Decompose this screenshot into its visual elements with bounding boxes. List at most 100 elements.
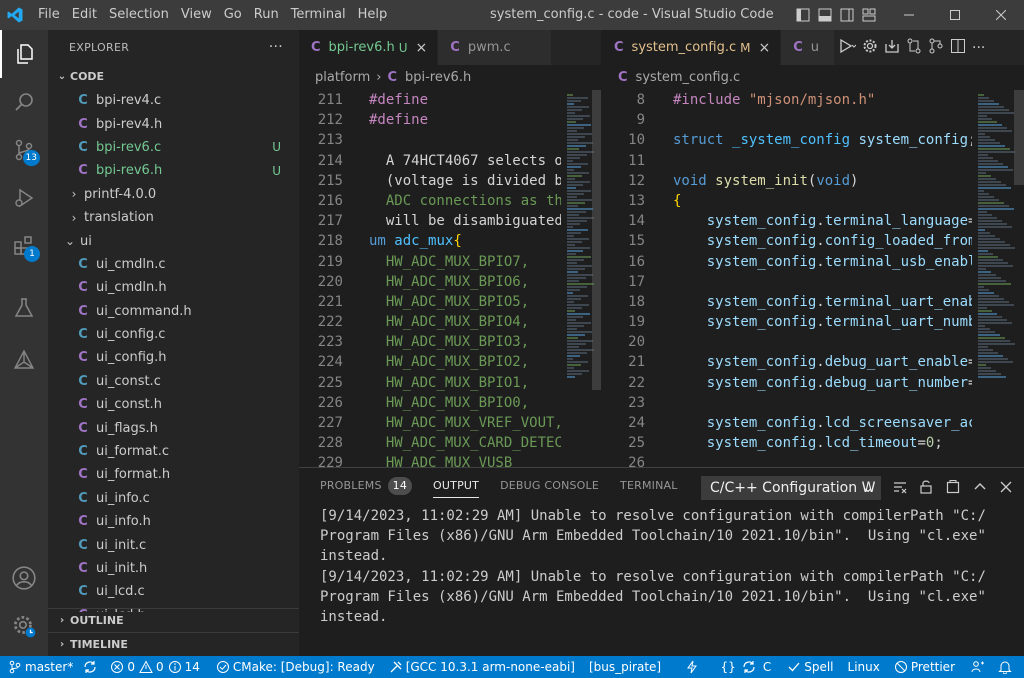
code-line[interactable]: 16 system_config.terminal_usb_enable [602, 252, 972, 272]
cmake-kit[interactable]: [GCC 10.3.1 arm-none-eabi] [384, 656, 580, 678]
split-editor-icon[interactable] [950, 38, 966, 58]
open-output-editor-icon[interactable] [942, 476, 964, 498]
menu-edit[interactable]: Edit [66, 0, 103, 30]
output-log[interactable]: [9/14/2023, 11:02:29 AM] Unable to resol… [320, 506, 1010, 627]
editor-tab[interactable]: Cu [781, 30, 834, 65]
tree-item[interactable]: › printf-4.0.0 [48, 183, 299, 206]
notifications-bell-icon[interactable] [993, 656, 1020, 678]
debug-settings-gear-icon[interactable] [862, 38, 878, 58]
code-line[interactable]: 9 [602, 110, 972, 130]
tree-item[interactable]: Cui_lcd.c [48, 580, 299, 603]
branch-status[interactable]: master* [0, 656, 78, 678]
breadcrumb-file[interactable]: bpi-rev6.h [405, 70, 471, 85]
problems-status[interactable]: 0 0 14 [105, 656, 205, 678]
code-line[interactable]: 215 (voltage is divided by [299, 171, 561, 191]
code-line[interactable]: 19 system_config.terminal_uart_numbe [602, 312, 972, 332]
lightning-icon[interactable] [681, 656, 706, 678]
code-line[interactable]: 25 system_config.lcd_timeout=0; [602, 433, 972, 453]
editor-tab[interactable]: Cpwm.c [438, 30, 552, 65]
run-file-icon[interactable] [838, 38, 857, 58]
customize-layout-icon[interactable] [858, 0, 880, 30]
panel-tab-debug-console[interactable]: DEBUG CONSOLE [500, 468, 599, 504]
search-icon[interactable] [0, 78, 48, 126]
sync-icon[interactable] [78, 656, 105, 678]
minimize-button[interactable] [886, 0, 932, 30]
tree-item[interactable]: Cui_format.h [48, 463, 299, 486]
toggle-primary-sidebar-icon[interactable] [792, 0, 814, 30]
code-line[interactable]: 224 HW_ADC_MUX_BPIO2, [299, 352, 561, 372]
code-line[interactable]: 13 { [602, 191, 972, 211]
code-line[interactable]: 211 #define [299, 90, 561, 110]
menu-help[interactable]: Help [352, 0, 394, 30]
code-line[interactable]: 21 system_config.debug_uart_enable= [602, 352, 972, 372]
code-line[interactable]: 8 #include "mjson/mjson.h" [602, 90, 972, 110]
menu-selection[interactable]: Selection [103, 0, 175, 30]
explorer-more-actions-button[interactable]: ··· [269, 30, 283, 65]
tree-item[interactable]: Cui_init.c [48, 533, 299, 556]
testing-flask-icon[interactable] [0, 284, 48, 332]
close-tab-icon[interactable]: × [758, 40, 770, 56]
code-line[interactable]: 17 [602, 272, 972, 292]
code-line[interactable]: 18 system_config.terminal_uart_enabl [602, 292, 972, 312]
tree-item[interactable]: Cbpi-rev4.c [48, 89, 299, 112]
outline-section-header[interactable]: › OUTLINE [48, 608, 299, 633]
code-line[interactable]: 22 system_config.debug_uart_number=0 [602, 373, 972, 393]
tree-item[interactable]: Cui_config.h [48, 346, 299, 369]
manage-gear-icon[interactable] [0, 602, 48, 650]
extensions-icon[interactable]: 1 [0, 222, 48, 270]
code-line[interactable]: 10 struct _system_config system_config; [602, 130, 972, 150]
close-tab-icon[interactable]: × [416, 40, 428, 56]
right-code-editor[interactable]: 8 #include "mjson/mjson.h" 9 10 struct _syst… [602, 90, 972, 467]
tree-item[interactable]: Cbpi-rev6.h U [48, 159, 299, 182]
code-line[interactable]: 20 [602, 332, 972, 352]
code-line[interactable]: 229 HW_ADC_MUX_VUSB [299, 453, 561, 467]
more-actions-icon[interactable]: ··· [972, 40, 985, 56]
code-line[interactable]: 14 system_config.terminal_language=0 [602, 211, 972, 231]
code-line[interactable]: 226 HW_ADC_MUX_BPIO0, [299, 393, 561, 413]
panel-tab-terminal[interactable]: TERMINAL [620, 468, 678, 504]
code-line[interactable]: 23 [602, 393, 972, 413]
output-channel-select[interactable]: C/C++ Configuration W ⌄ [701, 476, 881, 500]
toggle-secondary-sidebar-icon[interactable] [836, 0, 858, 30]
tree-item[interactable]: Cui_init.h [48, 557, 299, 580]
code-line[interactable]: 26 [602, 453, 972, 467]
code-line[interactable]: 11 [602, 151, 972, 171]
toggle-panel-icon[interactable] [814, 0, 836, 30]
right-scrollbar[interactable] [1014, 90, 1024, 185]
left-scrollbar[interactable] [592, 90, 601, 390]
tree-item[interactable]: Cui_const.h [48, 393, 299, 416]
eol-status[interactable]: Linux [843, 656, 885, 678]
tree-item[interactable]: Cbpi-rev4.h [48, 112, 299, 135]
close-panel-icon[interactable] [995, 476, 1017, 498]
breadcrumb-file[interactable]: system_config.c [636, 70, 741, 85]
code-line[interactable]: 218 um adc_mux{ [299, 231, 561, 251]
menu-go[interactable]: Go [218, 0, 248, 30]
code-line[interactable]: 222 HW_ADC_MUX_BPIO4, [299, 312, 561, 332]
cmake-icon[interactable] [0, 336, 48, 384]
prettier-status[interactable]: Prettier [889, 656, 960, 678]
tree-item[interactable]: Cui_const.c [48, 370, 299, 393]
menu-terminal[interactable]: Terminal [285, 0, 352, 30]
code-line[interactable]: 223 HW_ADC_MUX_BPIO3, [299, 332, 561, 352]
menu-view[interactable]: View [175, 0, 218, 30]
code-line[interactable]: 228 HW_ADC_MUX_CARD_DETEC [299, 433, 561, 453]
code-line[interactable]: 12 void system_init(void) [602, 171, 972, 191]
clear-output-icon[interactable] [889, 476, 911, 498]
code-line[interactable]: 212 #define [299, 110, 561, 130]
close-window-button[interactable] [978, 0, 1024, 30]
tree-item[interactable]: ⌄ ui [48, 229, 299, 252]
source-control-icon[interactable]: 13 [0, 126, 48, 174]
lock-scroll-icon[interactable] [915, 476, 937, 498]
workspace-section-header[interactable]: ⌄ CODE [48, 65, 299, 89]
run-debug-icon[interactable] [0, 174, 48, 222]
open-changes-icon[interactable] [928, 38, 944, 58]
editor-tab[interactable]: Cbpi-rev6.h U × [299, 30, 439, 65]
code-line[interactable]: 213 [299, 130, 561, 150]
tree-item[interactable]: Cui_cmdln.h [48, 276, 299, 299]
code-line[interactable]: 214 A 74HCT4067 selects on [299, 151, 561, 171]
panel-tab-problems[interactable]: PROBLEMS 14 [320, 468, 413, 504]
code-line[interactable]: 227 HW_ADC_MUX_VREF_VOUT, [299, 413, 561, 433]
compare-changes-icon[interactable] [906, 38, 922, 58]
tree-item[interactable]: Cui_flags.h [48, 416, 299, 439]
tree-item[interactable]: › translation [48, 206, 299, 229]
